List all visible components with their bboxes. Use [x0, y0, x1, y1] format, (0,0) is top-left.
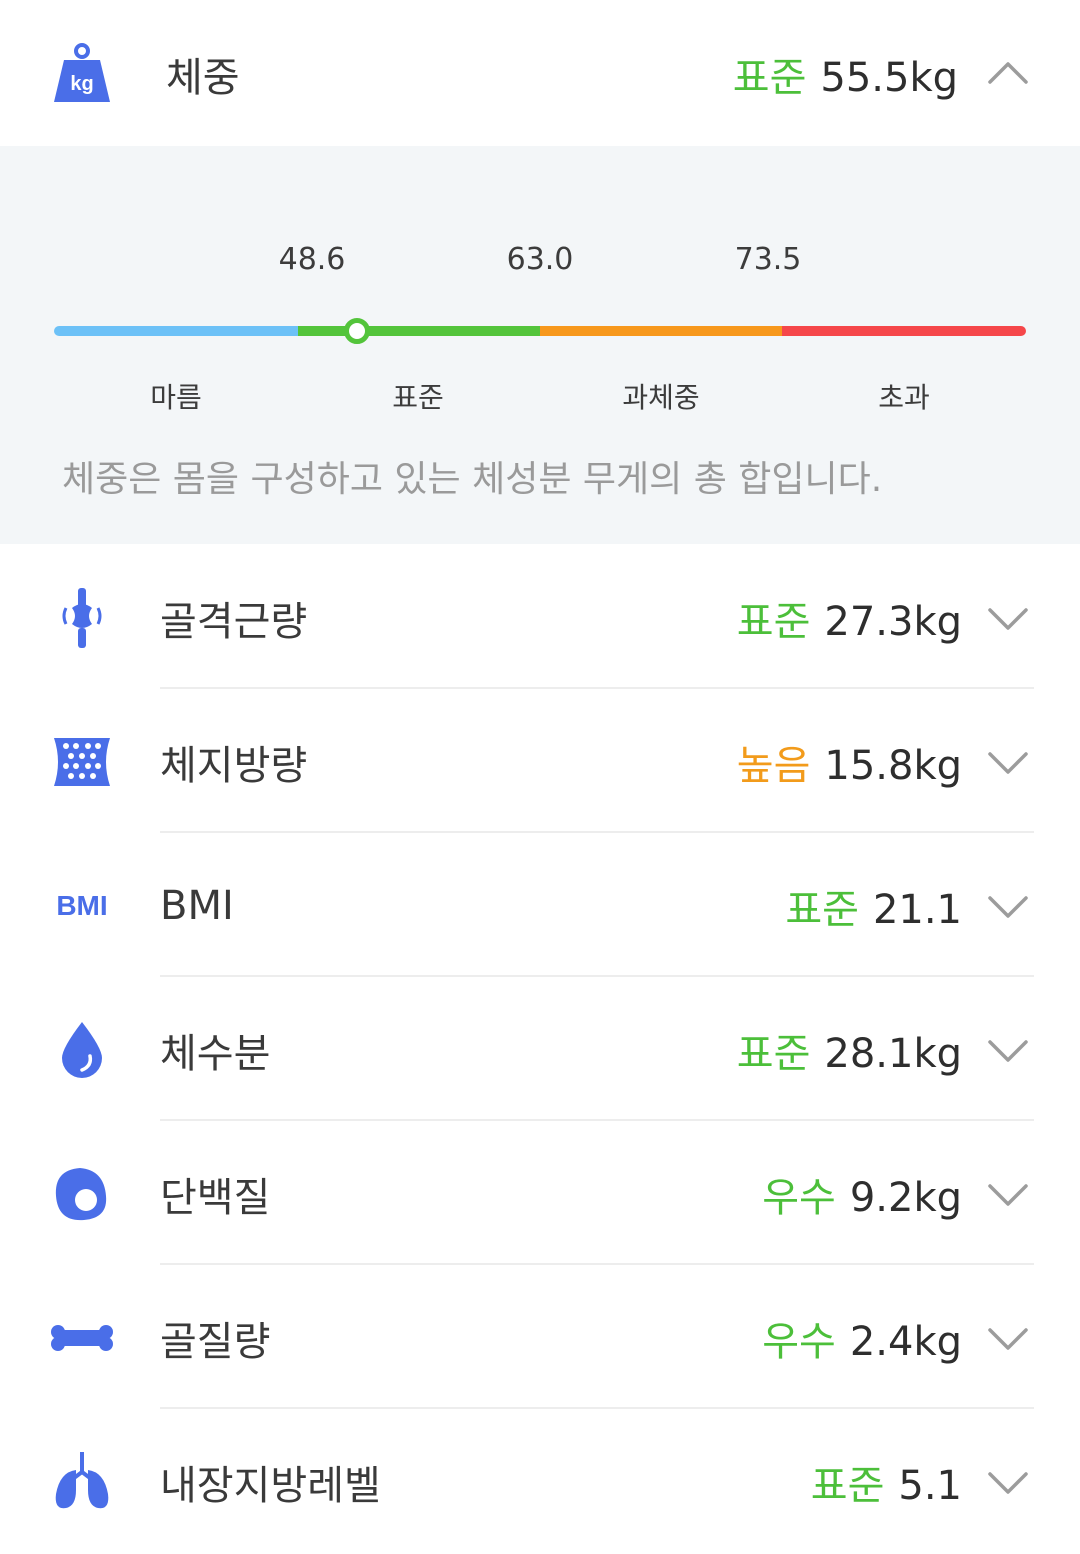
metric-label: 체수분: [160, 1031, 271, 1077]
protein-egg-icon: [50, 1162, 114, 1226]
bmi-icon: BMI: [50, 874, 114, 938]
chevron-down-icon[interactable]: [986, 1172, 1030, 1216]
scale-segment-standard: [298, 326, 540, 336]
divider: [160, 1263, 1034, 1265]
segment-label-thin: 마름: [150, 381, 202, 414]
weight-row[interactable]: kg 체중 표준 55.5kg: [0, 2, 1080, 146]
metric-row-protein[interactable]: 단백질 우수 9.2kg: [0, 1122, 1080, 1266]
scale-segment-overweight: [540, 326, 782, 336]
divider: [160, 687, 1034, 689]
status-badge: 표준: [785, 887, 859, 933]
chevron-up-icon[interactable]: [986, 52, 1030, 96]
metric-label: 체지방량: [160, 743, 308, 789]
segment-label-excess: 초과: [878, 381, 930, 414]
status-badge: 표준: [810, 1463, 885, 1509]
weight-value: 55.5kg: [820, 55, 958, 101]
status-badge: 우수: [762, 1319, 836, 1365]
status-badge: 우수: [762, 1175, 836, 1221]
metric-value-group: 높음 15.8kg: [737, 733, 962, 791]
metric-label: BMI: [160, 883, 234, 929]
metric-label: 내장지방레벨: [160, 1463, 381, 1509]
weight-value-group: 표준 55.5kg: [733, 45, 958, 103]
chevron-down-icon[interactable]: [986, 1316, 1030, 1360]
kg-weight-icon: kg: [50, 42, 114, 106]
water-drop-icon: [50, 1018, 114, 1082]
divider: [160, 831, 1034, 833]
weight-description: 체중은 몸을 구성하고 있는 체성분 무게의 총 합입니다.: [62, 459, 883, 500]
chevron-down-icon[interactable]: [986, 596, 1030, 640]
metric-value-group: 표준 28.1kg: [737, 1021, 962, 1079]
chevron-down-icon[interactable]: [986, 740, 1030, 784]
status-badge: 표준: [736, 1031, 811, 1077]
chevron-down-icon[interactable]: [986, 1460, 1030, 1504]
scale-segment-thin: [54, 326, 298, 336]
segment-label-standard: 표준: [392, 381, 444, 414]
metric-value-group: 우수 9.2kg: [762, 1165, 962, 1223]
status-badge: 높음: [736, 743, 811, 789]
metric-label: 골질량: [160, 1319, 271, 1365]
svg-text:kg: kg: [70, 73, 93, 95]
lungs-icon: [50, 1450, 114, 1514]
metric-value: 27.3kg: [824, 599, 962, 645]
metric-value: 28.1kg: [824, 1031, 962, 1077]
metric-value: 15.8kg: [824, 743, 962, 789]
metric-row-body-water[interactable]: 체수분 표준 28.1kg: [0, 978, 1080, 1122]
metric-value: 9.2kg: [849, 1175, 962, 1221]
metric-row-bmi[interactable]: BMI BMI 표준 21.1: [0, 834, 1080, 978]
divider: [160, 1407, 1034, 1409]
metric-label: 골격근량: [160, 599, 308, 645]
fat-mesh-icon: [50, 730, 114, 794]
metric-value: 5.1: [898, 1463, 962, 1509]
bmi-icon-text: BMI: [56, 890, 108, 921]
weight-detail-panel: 48.6 63.0 73.5 마름 표준 과체중 초과 체중은 몸을 구성하고 …: [0, 146, 1080, 544]
scale-segment-excess: [782, 326, 1026, 336]
threshold-thin-standard: 48.6: [278, 242, 346, 277]
metric-row-bone-mass[interactable]: 골질량 우수 2.4kg: [0, 1266, 1080, 1410]
chevron-down-icon[interactable]: [986, 1028, 1030, 1072]
weight-status-badge: 표준: [732, 55, 807, 101]
segment-label-overweight: 과체중: [622, 381, 700, 414]
metric-value-group: 표준 27.3kg: [737, 589, 962, 647]
joint-icon: [50, 586, 114, 650]
weight-label: 체중: [166, 55, 240, 101]
metric-label: 단백질: [160, 1175, 271, 1221]
bone-icon: [50, 1306, 114, 1370]
metric-row-skeletal-muscle[interactable]: 골격근량 표준 27.3kg: [0, 546, 1080, 690]
threshold-standard-overweight: 63.0: [506, 242, 574, 277]
metric-value-group: 우수 2.4kg: [762, 1309, 962, 1367]
metric-row-body-fat[interactable]: 체지방량 높음 15.8kg: [0, 690, 1080, 834]
metric-value-group: 표준 5.1: [811, 1453, 962, 1511]
threshold-overweight-excess: 73.5: [734, 242, 802, 277]
divider: [160, 975, 1034, 977]
metric-value: 2.4kg: [849, 1319, 962, 1365]
divider: [160, 1119, 1034, 1121]
metric-value: 21.1: [872, 887, 962, 933]
metric-value-group: 표준 21.1: [785, 877, 962, 935]
metric-row-visceral-fat[interactable]: 내장지방레벨 표준 5.1: [0, 1410, 1080, 1554]
chevron-down-icon[interactable]: [986, 884, 1030, 928]
scale-marker: [344, 318, 370, 344]
status-badge: 표준: [736, 599, 811, 645]
